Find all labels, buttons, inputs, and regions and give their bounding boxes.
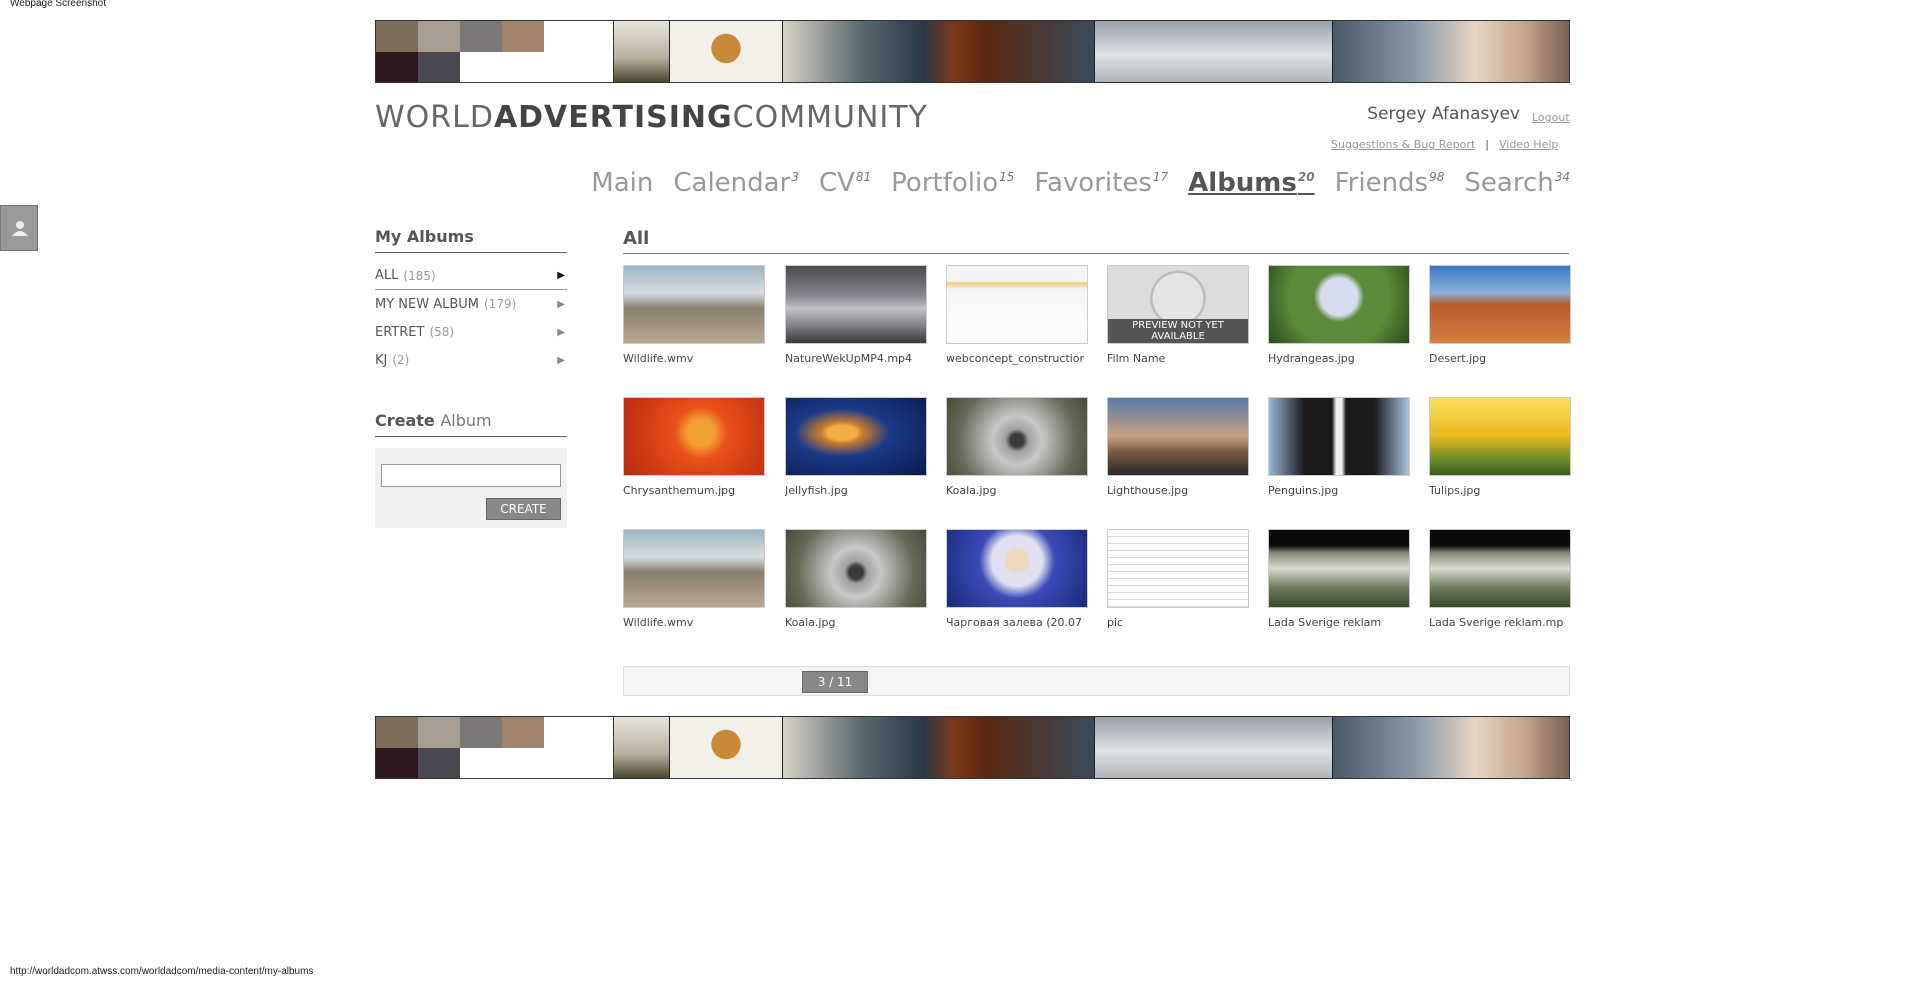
video-help-link[interactable]: Video Help bbox=[1499, 138, 1558, 151]
arrow-right-icon: ▶ bbox=[557, 270, 565, 281]
nav-albums[interactable]: Albums20 bbox=[1188, 168, 1314, 198]
thumbnail-koala[interactable] bbox=[946, 397, 1088, 476]
thumbnail-news-presenter[interactable] bbox=[946, 529, 1088, 608]
thumbnail-web-page[interactable] bbox=[946, 265, 1088, 344]
user-icon bbox=[12, 221, 28, 236]
thumbnail-tulips[interactable] bbox=[1429, 397, 1571, 476]
banner-woman-image bbox=[1333, 21, 1569, 82]
album-item-my-new-album[interactable]: MY NEW ALBUM (179) ▶ bbox=[375, 290, 567, 318]
arrow-right-icon: ▶ bbox=[557, 298, 565, 310]
media-item[interactable]: Penguins.jpg bbox=[1268, 397, 1410, 497]
create-album-heading: Create Album bbox=[375, 411, 567, 437]
banner-dog-image bbox=[670, 21, 783, 82]
thumbnail-film-countdown[interactable]: PREVIEW NOT YET AVAILABLE bbox=[1107, 265, 1249, 344]
media-item[interactable]: Lighthouse.jpg bbox=[1107, 397, 1249, 497]
arrow-right-icon: ▶ bbox=[557, 326, 565, 338]
thumbnail-document[interactable] bbox=[1107, 529, 1249, 608]
color-swatches bbox=[376, 21, 614, 82]
media-item[interactable]: Tulips.jpg bbox=[1429, 397, 1571, 497]
bottom-banner bbox=[375, 716, 1570, 779]
media-item[interactable]: Lada Sverige reklam bbox=[1268, 529, 1410, 629]
thumbnail-jellyfish[interactable] bbox=[785, 397, 927, 476]
media-item[interactable]: Desert.jpg bbox=[1429, 265, 1571, 365]
media-item[interactable]: pic bbox=[1107, 529, 1249, 629]
album-item-ertret[interactable]: ERTRET (58) ▶ bbox=[375, 318, 567, 346]
create-button[interactable]: CREATE bbox=[486, 498, 561, 520]
thumbnail-beach-horses[interactable] bbox=[623, 529, 765, 608]
media-item[interactable]: Chrysanthemum.jpg bbox=[623, 397, 765, 497]
top-banner bbox=[375, 20, 1570, 83]
thumbnail-penguins[interactable] bbox=[1268, 397, 1410, 476]
site-logo[interactable]: WORLDADVERTISINGCOMMUNITY bbox=[375, 100, 928, 135]
thumbnail-koala[interactable] bbox=[785, 529, 927, 608]
nav-search[interactable]: Search34 bbox=[1464, 168, 1570, 198]
create-album-box: CREATE bbox=[375, 448, 567, 528]
album-item-all[interactable]: ALL (185) ▶ bbox=[375, 262, 567, 290]
media-item[interactable]: Hydrangeas.jpg bbox=[1268, 265, 1410, 365]
screenshot-caption: Webpage Screenshot bbox=[10, 0, 106, 9]
banner-plant-image bbox=[614, 717, 670, 778]
banner-mascot-image bbox=[783, 21, 1095, 82]
nav-friends[interactable]: Friends98 bbox=[1335, 168, 1445, 198]
thumbnail-lighthouse[interactable] bbox=[1107, 397, 1249, 476]
nav-calendar[interactable]: Calendar3 bbox=[673, 168, 799, 198]
banner-plant-image bbox=[614, 21, 670, 82]
user-name: Sergey Afanasyev bbox=[1367, 104, 1520, 124]
thumbnail-beach-horses[interactable] bbox=[623, 265, 765, 344]
banner-dog-image bbox=[670, 717, 783, 778]
status-bar-url: http://worldadcom.atwss.com/worldadcom/m… bbox=[10, 966, 314, 977]
suggestions-link[interactable]: Suggestions & Bug Report bbox=[1331, 138, 1475, 151]
main-nav: Main Calendar3 CV81 Portfolio15 Favorite… bbox=[591, 168, 1570, 198]
banner-car-image bbox=[1095, 21, 1333, 82]
thumbnail-hydrangeas[interactable] bbox=[1268, 265, 1410, 344]
media-item[interactable]: webconcept_constructior bbox=[946, 265, 1088, 365]
help-links: Suggestions & Bug Report | Video Help bbox=[1331, 138, 1559, 151]
logout-link[interactable]: Logout bbox=[1532, 111, 1570, 124]
media-item[interactable]: Чарговая залева (20.07 bbox=[946, 529, 1088, 629]
media-item[interactable]: PREVIEW NOT YET AVAILABLE Film Name bbox=[1107, 265, 1249, 365]
thumbnail-chrysanthemum[interactable] bbox=[623, 397, 765, 476]
nav-main[interactable]: Main bbox=[591, 168, 653, 198]
page-title: All bbox=[623, 228, 1569, 254]
media-item[interactable]: NatureWekUpMP4.mp4 bbox=[785, 265, 927, 365]
page-indicator[interactable]: 3 / 11 bbox=[802, 671, 868, 693]
banner-woman-image bbox=[1333, 717, 1569, 778]
profile-tab[interactable] bbox=[0, 205, 38, 251]
media-item[interactable]: Wildlife.wmv bbox=[623, 265, 765, 365]
nav-cv[interactable]: CV81 bbox=[819, 168, 871, 198]
nav-favorites[interactable]: Favorites17 bbox=[1034, 168, 1168, 198]
media-item[interactable]: Wildlife.wmv bbox=[623, 529, 765, 629]
album-item-kj[interactable]: KJ (2) ▶ bbox=[375, 346, 567, 374]
media-item[interactable]: Jellyfish.jpg bbox=[785, 397, 927, 497]
album-list: ALL (185) ▶ MY NEW ALBUM (179) ▶ ERTRET (58… bbox=[375, 262, 567, 374]
color-swatches bbox=[376, 717, 614, 778]
my-albums-heading: My Albums bbox=[375, 227, 567, 253]
thumbnail-desert[interactable] bbox=[1429, 265, 1571, 344]
thumbnail-car-garage[interactable] bbox=[1268, 529, 1410, 608]
arrow-right-icon: ▶ bbox=[557, 354, 565, 366]
pagination-bar: 3 / 11 bbox=[623, 666, 1570, 696]
banner-mascot-image bbox=[783, 717, 1095, 778]
thumbnail-cloudy-lake[interactable] bbox=[785, 265, 927, 344]
banner-car-image bbox=[1095, 717, 1333, 778]
album-name-input[interactable] bbox=[381, 464, 561, 487]
thumbnail-car-garage[interactable] bbox=[1429, 529, 1571, 608]
media-item[interactable]: Lada Sverige reklam.mp bbox=[1429, 529, 1571, 629]
nav-portfolio[interactable]: Portfolio15 bbox=[891, 168, 1014, 198]
media-item[interactable]: Koala.jpg bbox=[946, 397, 1088, 497]
preview-label: PREVIEW NOT YET AVAILABLE bbox=[1108, 319, 1248, 343]
media-item[interactable]: Koala.jpg bbox=[785, 529, 927, 629]
